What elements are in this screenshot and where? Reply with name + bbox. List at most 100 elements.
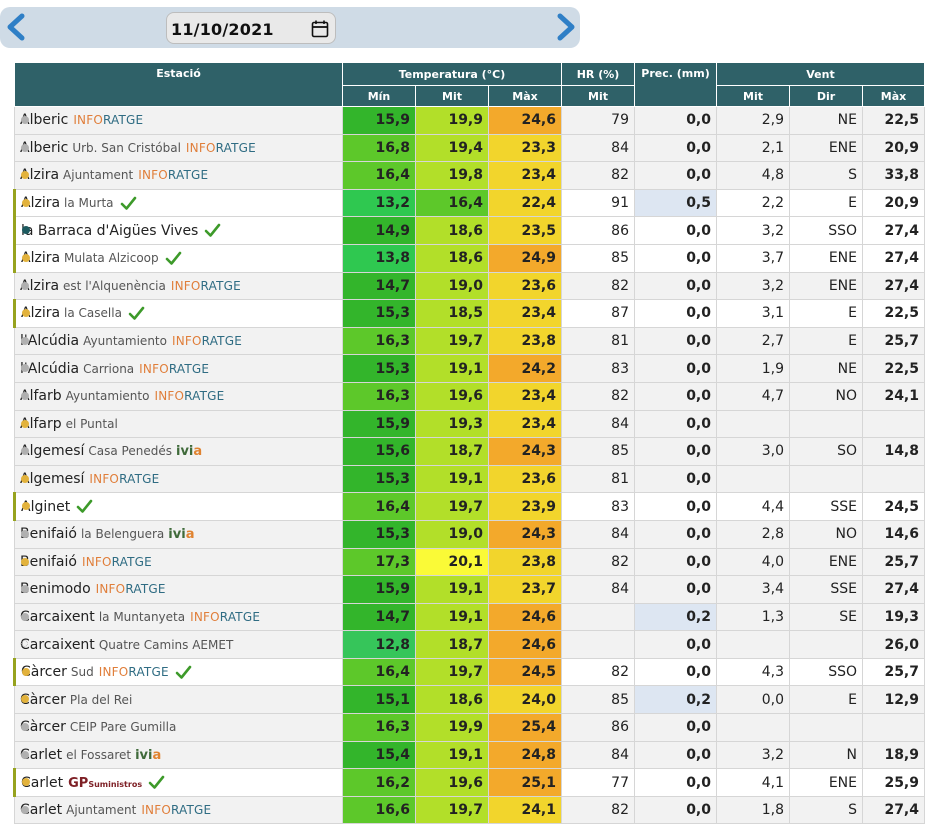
station-cell[interactable]: Alzira Ajuntament INFORATGE [14, 161, 343, 190]
calendar-icon[interactable] [311, 20, 329, 38]
station-status-dot-icon [22, 253, 30, 262]
table-row[interactable]: Carlet Ajuntament INFORATGE 16,6 19,7 24,1 82 0… [14, 795, 925, 825]
station-cell[interactable]: Alginet [13, 492, 343, 521]
temp-min-value: 16,2 [342, 768, 416, 797]
date-picker-input[interactable]: 11/10/2021 [166, 12, 336, 44]
next-day-button[interactable] [552, 12, 580, 42]
precipitation-value: 0,0 [634, 409, 717, 439]
inforatge-logo: INFORATGE [171, 334, 242, 349]
ivia-logo: ivia [176, 444, 203, 460]
station-name[interactable]: Benimodo [20, 581, 91, 597]
station-name[interactable]: Carcaixent [20, 609, 95, 625]
table-row[interactable]: Alfarp el Puntal 15,9 19,3 23,4 84 0,0 [14, 409, 925, 439]
table-row[interactable]: Càrcer Pla del Rei 15,1 18,6 24,0 85 0,2 0,0 E 12… [14, 685, 925, 715]
precipitation-value: 0,0 [634, 795, 717, 825]
station-location: Ayuntamiento [83, 334, 167, 349]
temp-mit-value: 19,0 [415, 519, 489, 549]
station-cell[interactable]: Carlet GPSuministros [13, 768, 343, 797]
station-cell[interactable]: Alzira la Murta [13, 188, 343, 218]
col-temp-min[interactable]: Mín [342, 85, 416, 107]
station-cell[interactable]: Benifaió INFORATGE [14, 547, 343, 577]
col-temp-max[interactable]: Màx [488, 85, 562, 107]
wind-dir-value [789, 409, 863, 439]
station-cell[interactable]: Carlet Ajuntament INFORATGE [14, 795, 343, 825]
station-cell[interactable]: Alzira est l'Alquenència INFORATGE [14, 271, 343, 301]
col-estacio[interactable]: Estació [14, 62, 343, 107]
station-cell[interactable]: Alzira Mulata Alzicoop [13, 243, 343, 273]
station-cell[interactable]: Càrcer Pla del Rei [14, 685, 343, 715]
station-location: la Casella [64, 306, 122, 321]
table-row[interactable]: Carcaixent la Muntanyeta INFORATGE 14,7 19,1… [14, 602, 925, 632]
station-cell[interactable]: Alberic Urb. San Cristóbal INFORATGE [14, 133, 343, 163]
station-name[interactable]: Algemesí [20, 471, 84, 487]
table-row[interactable]: Alberic Urb. San Cristóbal INFORATGE 16,8 19… [14, 133, 925, 163]
station-cell[interactable]: Càrcer Sud INFORATGE [13, 657, 343, 687]
col-temp-mit[interactable]: Mit [415, 85, 489, 107]
table-row[interactable]: Carcaixent Quatre Camins AEMET 12,8 18,7 24,… [14, 630, 925, 659]
table-row[interactable]: Càrcer CEIP Pare Gumilla 16,3 19,9 25,4 86 0,0 [14, 713, 925, 742]
col-temperatura: Temperatura (°C) [342, 62, 562, 86]
table-row[interactable]: l'Alcúdia Carriona INFORATGE 15,3 19,1 24,2 83… [14, 354, 925, 383]
wind-max-value: 33,8 [862, 161, 925, 190]
wind-max-value: 25,9 [862, 768, 925, 797]
table-row[interactable]: Carlet GPSuministros 16,2 19,6 25,1 77 0,0 4,1 E… [13, 768, 925, 797]
station-cell[interactable]: Alzira la Casella [13, 299, 343, 328]
wind-mit-value: 1,8 [716, 795, 790, 825]
inforatge-logo: INFORATGE [95, 582, 166, 597]
table-row[interactable]: Alzira est l'Alquenència INFORATGE 14,7 19,0… [14, 271, 925, 301]
table-row[interactable]: Alberic INFORATGE 15,9 19,9 24,6 79 0,0 2,9 NE 22… [14, 106, 925, 135]
station-name[interactable]: la Barraca d'Aigües Vives [21, 223, 198, 239]
station-name[interactable]: Algemesí [20, 443, 84, 459]
table-row[interactable]: Benimodo INFORATGE 15,9 19,1 23,7 84 0,0 3,4 SSE… [14, 575, 925, 604]
hr-value: 84 [561, 133, 635, 163]
precipitation-value: 0,0 [634, 464, 717, 494]
station-cell[interactable]: l'Alcúdia Carriona INFORATGE [14, 354, 343, 383]
table-row[interactable]: Benifaió INFORATGE 17,3 20,1 23,8 82 0,0 4,0 ENE… [14, 547, 925, 577]
station-cell[interactable]: Càrcer CEIP Pare Gumilla [14, 713, 343, 742]
station-cell[interactable]: Alfarp el Puntal [14, 409, 343, 439]
station-cell[interactable]: Benimodo INFORATGE [14, 575, 343, 604]
col-vent-max[interactable]: Màx [862, 85, 925, 107]
inforatge-logo: INFORATGE [139, 361, 210, 376]
table-row[interactable]: Alzira Ajuntament INFORATGE 16,4 19,8 23,4 82 0… [14, 161, 925, 190]
table-row[interactable]: Alginet 16,4 19,7 23,9 83 0,0 4,4 SSE 24,5 [13, 492, 925, 521]
station-cell[interactable]: Algemesí Casa Penedés ivia [14, 437, 343, 466]
precipitation-value: 0,0 [634, 216, 717, 245]
table-row[interactable]: Alzira la Murta 13,2 16,4 22,4 91 0,5 2,2 E 20,9 [13, 188, 925, 218]
station-location: la Belenguera [80, 527, 165, 542]
temp-mit-value: 19,9 [415, 106, 489, 135]
table-row[interactable]: Alfarb Ayuntamiento INFORATGE 16,3 19,6 23,4 8… [14, 381, 925, 411]
col-vent-dir[interactable]: Dir [789, 85, 863, 107]
previous-day-button[interactable] [2, 12, 30, 42]
station-name[interactable]: Carcaixent [20, 637, 95, 653]
station-cell[interactable]: Carcaixent la Muntanyeta INFORATGE [14, 602, 343, 632]
station-cell[interactable]: Benifaió la Belenguera ivia [14, 519, 343, 549]
station-cell[interactable]: Alberic INFORATGE [14, 106, 343, 135]
station-cell[interactable]: Carlet el Fossaret ivia [14, 740, 343, 770]
station-cell[interactable]: Alfarb Ayuntamiento INFORATGE [14, 381, 343, 411]
station-status-dot-icon [21, 750, 29, 759]
station-status-dot-icon [21, 281, 29, 290]
table-row[interactable]: Alzira la Casella 15,3 18,5 23,4 87 0,0 3,1 E 22,… [13, 299, 925, 328]
table-row[interactable]: Algemesí Casa Penedés ivia 15,6 18,7 24,3 85 0,… [14, 437, 925, 466]
col-prec[interactable]: Prec. (mm) [634, 62, 717, 107]
station-cell[interactable]: Algemesí INFORATGE [14, 464, 343, 494]
station-cell[interactable]: la Barraca d'Aigües Vives [13, 216, 343, 245]
col-vent-mit[interactable]: Mit [716, 85, 790, 107]
wind-dir-value: SE [789, 602, 863, 632]
temp-max-value: 22,4 [488, 188, 562, 218]
col-hr-mit[interactable]: Mit [561, 85, 635, 107]
table-row[interactable]: Algemesí INFORATGE 15,3 19,1 23,6 81 0,0 [14, 464, 925, 494]
table-row[interactable]: la Barraca d'Aigües Vives 14,9 18,6 23,5 86 0… [13, 216, 925, 245]
temp-mit-value: 19,1 [415, 464, 489, 494]
station-cell[interactable]: l'Alcúdia Ayuntamiento INFORATGE [14, 326, 343, 356]
col-vent: Vent [716, 62, 925, 86]
table-row[interactable]: Càrcer Sud INFORATGE 16,4 19,7 24,5 82 0,0 4,3 SS… [13, 657, 925, 687]
wind-max-value: 27,4 [862, 795, 925, 825]
table-row[interactable]: l'Alcúdia Ayuntamiento INFORATGE 16,3 19,7 23… [14, 326, 925, 356]
table-row[interactable]: Benifaió la Belenguera ivia 15,3 19,0 24,3 84 0… [14, 519, 925, 549]
station-cell[interactable]: Carcaixent Quatre Camins AEMET [14, 630, 343, 659]
table-row[interactable]: Alzira Mulata Alzicoop 13,8 18,6 24,9 85 0,0 3,… [13, 243, 925, 273]
temp-min-value: 12,8 [342, 630, 416, 659]
table-row[interactable]: Carlet el Fossaret ivia 15,4 19,1 24,8 84 0,0 3,… [14, 740, 925, 770]
